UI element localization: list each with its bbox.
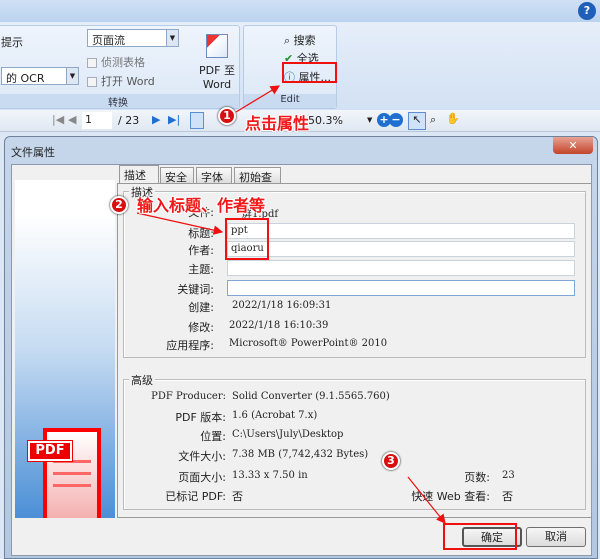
annotation-arrows	[136, 85, 446, 524]
step-badge-3: 3	[382, 452, 400, 470]
step-badge-2: 2	[110, 196, 128, 214]
step2-text: 输入标题、作者等	[137, 196, 266, 215]
highlight-properties	[282, 62, 337, 83]
highlight-title-author	[225, 218, 269, 260]
arrow-step3	[407, 476, 446, 524]
arrow-step1	[235, 85, 281, 113]
step1-text: 点击属性	[245, 114, 310, 133]
step-badge-1: 1	[218, 107, 236, 125]
highlight-ok	[443, 523, 517, 550]
